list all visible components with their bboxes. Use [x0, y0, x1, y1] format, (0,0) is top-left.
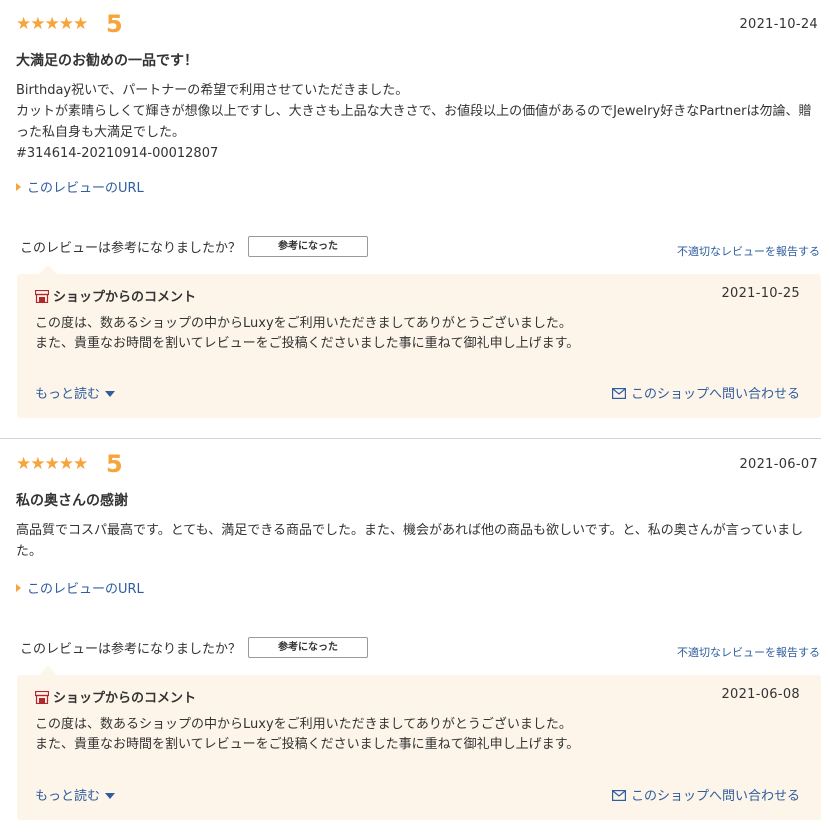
speech-notch: [39, 265, 57, 274]
helpful-question: このレビューは参考になりましたか？: [20, 241, 242, 256]
review-item: ★★★★★ 5 2021-06-07 私の奥さんの感謝 高品質でコスパ最高です。…: [0, 440, 829, 834]
review-title: 大満足のお勧めの一品です！: [16, 53, 198, 69]
shop-comment-text: この度は、数あるショップの中からLuxyをご利用いただきましてありがとうございま…: [35, 314, 795, 354]
rating-score: 5: [106, 450, 123, 478]
speech-notch: [39, 666, 57, 675]
review-url-link[interactable]: このレビューのURL: [16, 177, 144, 196]
contact-shop-label: このショップへ問い合わせる: [630, 789, 800, 804]
review-url-link[interactable]: このレビューのURL: [16, 578, 144, 597]
helpful-button[interactable]: 参考になった: [248, 637, 368, 658]
report-review-link[interactable]: 不適切なレビューを報告する: [677, 243, 820, 259]
contact-shop-label: このショップへ問い合わせる: [630, 387, 800, 402]
review-body: 高品質でコスパ最高です。とても、満足できる商品でした。また、機会があれば他の商品…: [16, 520, 816, 562]
triangle-right-icon: [16, 183, 21, 191]
shop-icon: [35, 290, 49, 303]
mail-icon: [611, 388, 626, 399]
review-body-line: カットが素晴らしくて輝きが想像以上ですし、大きさも上品な大きさで、お値段以上の価…: [16, 104, 812, 140]
review-url-label: このレビューのURL: [27, 181, 144, 196]
read-more-button[interactable]: もっと読む: [35, 785, 116, 804]
caret-down-icon: [105, 391, 116, 397]
shop-comment-heading: ショップからのコメント: [35, 687, 196, 706]
shop-comment-box: ショップからのコメント 2021-06-08 この度は、数あるショップの中からL…: [17, 666, 821, 820]
helpful-button[interactable]: 参考になった: [248, 236, 368, 257]
read-more-label: もっと読む: [35, 387, 101, 402]
star-rating: ★★★★★: [16, 454, 88, 474]
review-divider: [0, 438, 821, 439]
read-more-button[interactable]: もっと読む: [35, 383, 116, 402]
helpful-question: このレビューは参考になりましたか？: [20, 642, 242, 657]
star-rating: ★★★★★: [16, 14, 88, 34]
shop-comment-date: 2021-06-08: [721, 687, 800, 702]
shop-comment-label: ショップからのコメント: [53, 290, 197, 305]
review-date: 2021-10-24: [739, 17, 818, 32]
triangle-right-icon: [16, 584, 21, 592]
review-body-line: 高品質でコスパ最高です。とても、満足できる商品でした。また、機会があれば他の商品…: [16, 523, 804, 559]
rating-score: 5: [106, 10, 123, 38]
shop-comment-heading: ショップからのコメント: [35, 286, 196, 305]
review-title: 私の奥さんの感謝: [16, 493, 128, 509]
review-body-line: #314614-20210914-00012807: [16, 146, 219, 161]
contact-shop-link[interactable]: このショップへ問い合わせる: [611, 383, 800, 402]
mail-icon: [611, 790, 626, 801]
contact-shop-link[interactable]: このショップへ問い合わせる: [611, 785, 800, 804]
review-url-label: このレビューのURL: [27, 582, 144, 597]
shop-comment-line: この度は、数あるショップの中からLuxyをご利用いただきましてありがとうございま…: [35, 316, 572, 331]
review-body: Birthday祝いで、パートナーの希望で利用させていただきました。 カットが素…: [16, 80, 816, 164]
report-review-link[interactable]: 不適切なレビューを報告する: [677, 644, 820, 660]
review-date: 2021-06-07: [739, 457, 818, 472]
shop-comment-text: この度は、数あるショップの中からLuxyをご利用いただきましてありがとうございま…: [35, 715, 795, 755]
shop-icon: [35, 691, 49, 704]
shop-comment-label: ショップからのコメント: [53, 691, 197, 706]
shop-comment-line: この度は、数あるショップの中からLuxyをご利用いただきましてありがとうございま…: [35, 717, 572, 732]
shop-comment-box: ショップからのコメント 2021-10-25 この度は、数あるショップの中からL…: [17, 265, 821, 418]
caret-down-icon: [105, 793, 116, 799]
review-item: ★★★★★ 5 2021-10-24 大満足のお勧めの一品です！ Birthda…: [0, 0, 829, 438]
read-more-label: もっと読む: [35, 789, 101, 804]
review-body-line: Birthday祝いで、パートナーの希望で利用させていただきました。: [16, 83, 409, 98]
shop-comment-line: また、貴重なお時間を割いてレビューをご投稿くださいました事に重ねて御礼申し上げま…: [35, 737, 580, 752]
shop-comment-date: 2021-10-25: [721, 286, 800, 301]
shop-comment-line: また、貴重なお時間を割いてレビューをご投稿くださいました事に重ねて御礼申し上げま…: [35, 336, 580, 351]
